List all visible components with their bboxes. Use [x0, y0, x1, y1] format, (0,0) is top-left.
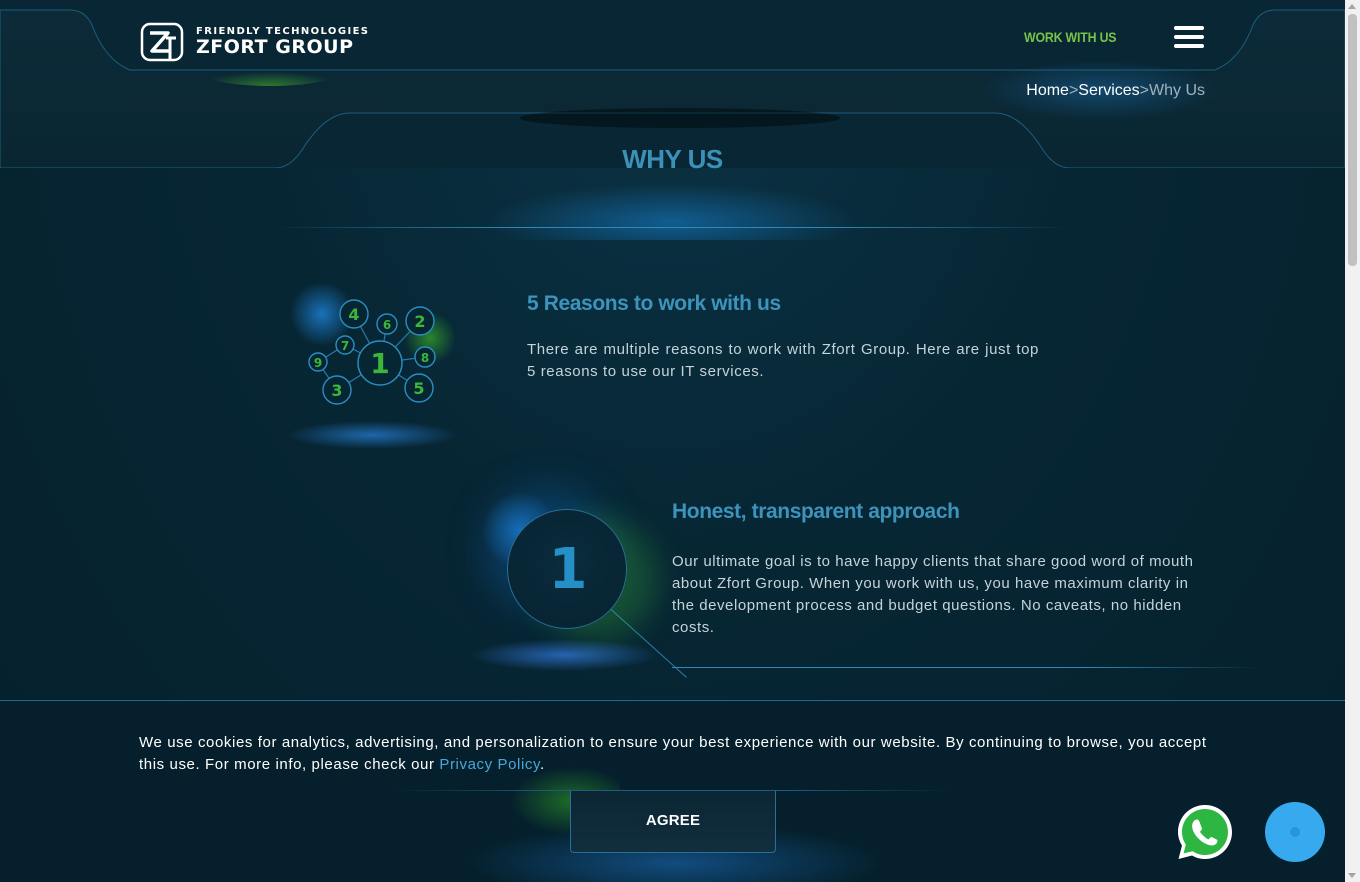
reason-number: 1: [548, 537, 588, 602]
intro-title: 5 Reasons to work with us: [527, 292, 781, 315]
agree-button[interactable]: AGREE: [570, 791, 776, 853]
graphic-number-3: 3: [331, 381, 342, 400]
cookie-text: We use cookies for analytics, advertisin…: [139, 732, 1209, 776]
title-divider: [272, 227, 1072, 228]
logo[interactable]: FRIENDLY TECHNOLOGIES ZFORT GROUP: [140, 22, 369, 62]
graphic-number-6: 6: [383, 318, 391, 332]
graphic-number-2: 2: [414, 312, 425, 331]
cookie-banner: We use cookies for analytics, advertisin…: [0, 700, 1345, 882]
graphic-number-9: 9: [314, 356, 322, 370]
logo-text: FRIENDLY TECHNOLOGIES ZFORT GROUP: [196, 27, 369, 57]
chat-dot: [1290, 827, 1300, 837]
page-title: WHY US: [622, 144, 723, 174]
reasons-network-graphic: 1 2 3 4 5 6 7 8 9: [287, 282, 457, 449]
breadcrumb-separator: >: [1068, 82, 1079, 99]
reason-number-circle: 1: [507, 509, 627, 629]
site-header: FRIENDLY TECHNOLOGIES ZFORT GROUP WORK W…: [0, 0, 1345, 72]
work-with-us-link[interactable]: WORK WITH US: [1024, 29, 1117, 45]
breadcrumb-services[interactable]: Services: [1078, 82, 1139, 99]
graphic-number-8: 8: [421, 351, 429, 365]
graphic-number-1: 1: [370, 347, 389, 380]
intro-text: There are multiple reasons to work with …: [527, 341, 1039, 380]
breadcrumb-separator: >: [1139, 82, 1149, 99]
hamburger-menu-icon[interactable]: [1174, 26, 1204, 48]
reason-title: Honest, transparent approach: [672, 500, 960, 523]
graphic-number-7: 7: [341, 339, 349, 353]
reason-text: Our ultimate goal is to have happy clien…: [672, 553, 1194, 636]
graphic-number-5: 5: [413, 379, 424, 398]
zfort-logo-icon: [140, 22, 184, 62]
scrollbar-thumb[interactable]: [1348, 14, 1357, 266]
scrollbar[interactable]: [1345, 0, 1360, 882]
scroll-up-arrow[interactable]: [1348, 4, 1356, 9]
reason-divider: [672, 667, 1262, 668]
title-glow: [472, 180, 872, 240]
breadcrumb: Home>Services>Why Us: [1026, 82, 1205, 100]
cookie-period: .: [540, 756, 545, 773]
privacy-policy-link[interactable]: Privacy Policy: [439, 756, 540, 773]
logo-name: ZFORT GROUP: [196, 36, 354, 58]
scroll-down-arrow[interactable]: [1348, 873, 1356, 878]
cookie-message: We use cookies for analytics, advertisin…: [139, 734, 1207, 773]
page: FRIENDLY TECHNOLOGIES ZFORT GROUP WORK W…: [0, 0, 1345, 882]
graphic-number-4: 4: [348, 305, 359, 324]
breadcrumb-home[interactable]: Home: [1026, 82, 1069, 99]
breadcrumb-current: Why Us: [1149, 82, 1205, 99]
chat-icon[interactable]: [1265, 802, 1325, 862]
whatsapp-icon[interactable]: [1175, 802, 1235, 862]
